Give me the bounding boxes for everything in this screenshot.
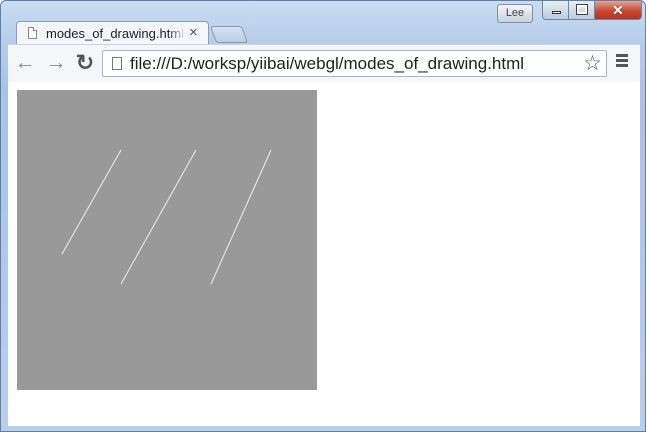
menu-button[interactable] [616, 54, 631, 72]
url-text[interactable]: file:///D:/worksp/yiibai/webgl/modes_of_… [130, 54, 524, 74]
toolbar: ← → ↻ file:///D:/worksp/yiibai/webgl/mod… [8, 44, 640, 82]
new-tab-button[interactable] [209, 26, 249, 43]
tab-active[interactable]: modes_of_drawing.html × [16, 21, 209, 45]
browser-window: Lee ✕ modes_of_drawing.html × ← → ↻ file… [0, 0, 646, 432]
menu-icon [616, 54, 628, 57]
profile-button[interactable]: Lee [497, 4, 533, 23]
bookmark-star-icon[interactable]: ☆ [583, 52, 602, 76]
maximize-icon [576, 4, 588, 15]
tab-close-button[interactable]: × [189, 24, 198, 41]
window-controls: ✕ [542, 1, 642, 21]
page-icon [112, 57, 122, 70]
canvas-background [17, 90, 317, 390]
page-viewport [8, 82, 640, 426]
minimize-button[interactable] [542, 1, 569, 20]
minimize-icon [552, 11, 561, 14]
close-icon: ✕ [612, 2, 624, 18]
address-bar[interactable]: file:///D:/worksp/yiibai/webgl/modes_of_… [102, 50, 607, 77]
title-bar: Lee ✕ modes_of_drawing.html × [1, 1, 645, 45]
close-window-button[interactable]: ✕ [595, 1, 642, 20]
forward-button[interactable]: → [45, 52, 67, 74]
back-button[interactable]: ← [14, 52, 36, 74]
maximize-button[interactable] [569, 1, 595, 20]
page-icon [28, 27, 37, 39]
webgl-canvas[interactable] [17, 90, 317, 390]
reload-button[interactable]: ↻ [74, 52, 96, 74]
tab-title: modes_of_drawing.html [46, 26, 186, 41]
